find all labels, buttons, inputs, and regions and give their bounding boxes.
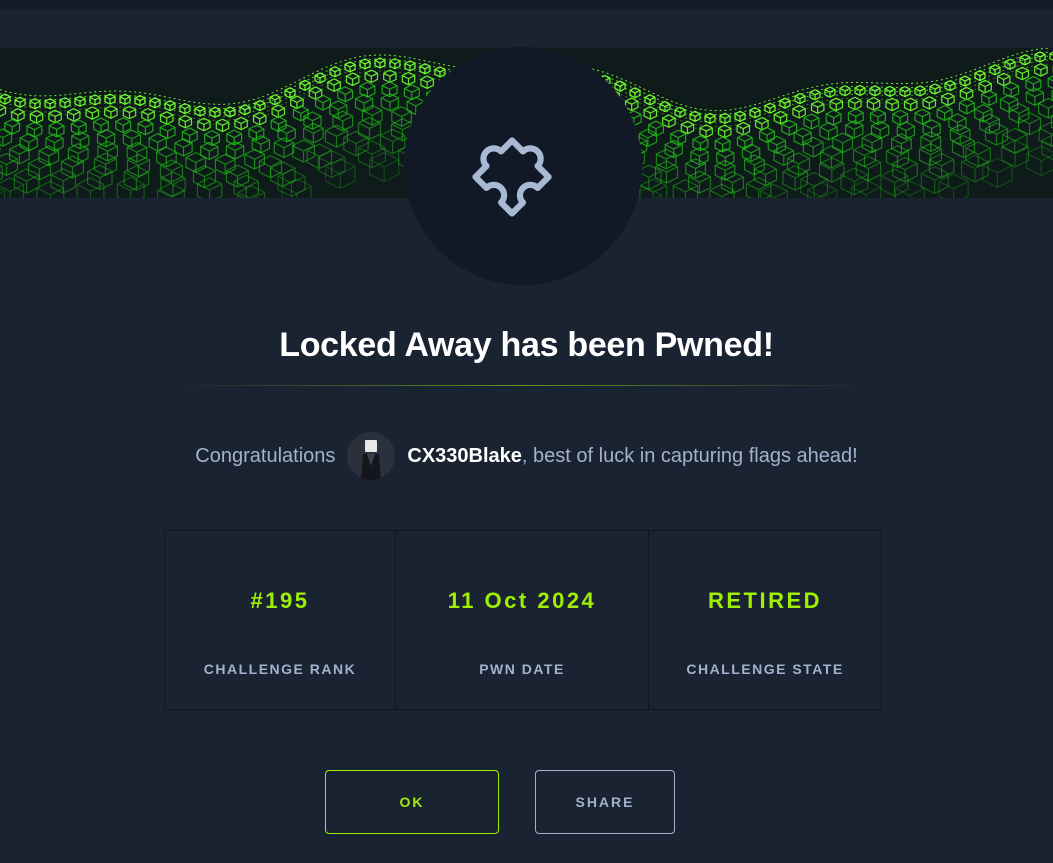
stat-challenge-rank: #195 CHALLENGE RANK [165, 531, 395, 709]
user-avatar[interactable] [347, 432, 396, 480]
stat-challenge-state: RETIRED CHALLENGE STATE [648, 531, 881, 709]
ok-button[interactable]: OK [325, 770, 499, 834]
stat-label: CHALLENGE STATE [686, 661, 844, 677]
stat-label: CHALLENGE RANK [203, 661, 357, 677]
stat-value: #195 [250, 588, 310, 613]
stat-value: 11 Oct 2024 [447, 588, 597, 613]
pwned-title: Locked Away has been Pwned! [279, 326, 774, 364]
congratulations-message: Congratulations CX330Blake , best of luc… [0, 432, 1053, 480]
title-divider [172, 385, 872, 386]
stat-pwn-date: 11 Oct 2024 PWN DATE [395, 531, 648, 709]
pwned-modal: Locked Away has been Pwned! Congratulati… [0, 0, 1053, 863]
share-button[interactable]: SHARE [535, 770, 675, 834]
challenge-icon-circle [404, 47, 642, 285]
congrats-suffix: , best of luck in capturing flags ahead! [521, 444, 858, 467]
stats-panel: #195 CHALLENGE RANK 11 Oct 2024 PWN DATE… [164, 530, 882, 710]
stat-value: RETIRED [707, 588, 823, 613]
congrats-prefix: Congratulations [195, 444, 336, 467]
username-link[interactable]: CX330Blake [407, 445, 522, 468]
stat-label: PWN DATE [479, 661, 565, 677]
puzzle-piece-icon [472, 137, 552, 217]
